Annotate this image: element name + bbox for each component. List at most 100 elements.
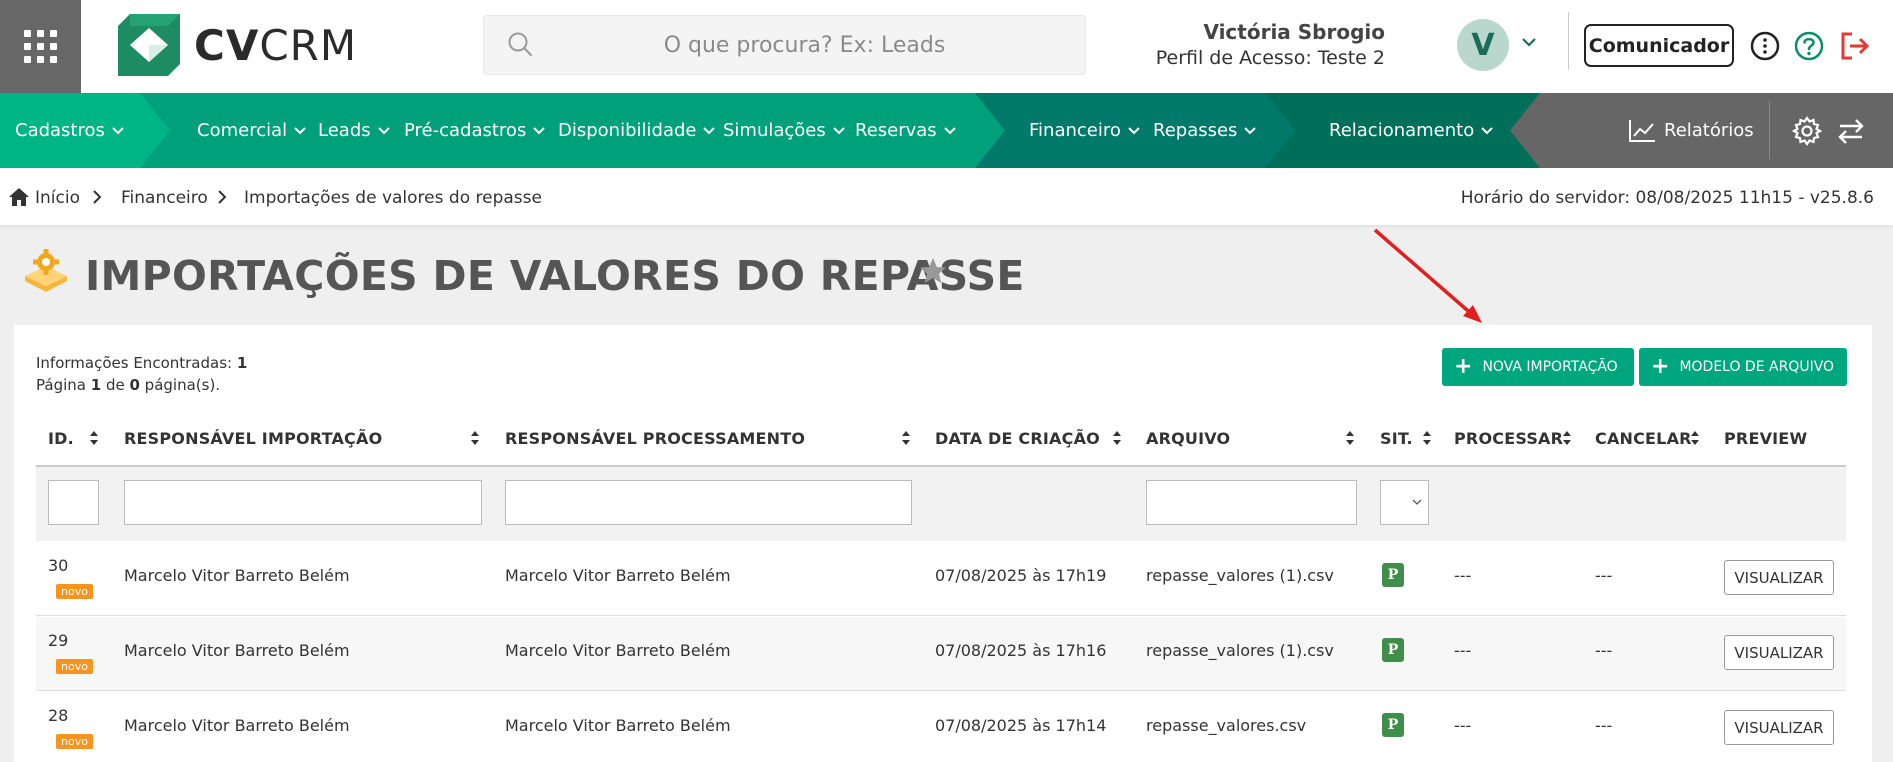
sort-icon[interactable] — [1345, 429, 1355, 447]
page-title: IMPORTAÇÕES DE VALORES DO REPASSE — [85, 252, 1025, 300]
row-process: --- — [1454, 641, 1472, 660]
col-header-resp-import[interactable]: RESPONSÁVEL IMPORTAÇÃO — [124, 429, 382, 448]
col-header-preview: PREVIEW — [1724, 429, 1808, 448]
row-file[interactable]: repasse_valores (1).csv — [1146, 641, 1334, 660]
star-favorite-icon[interactable] — [918, 256, 948, 286]
col-header-resp-process[interactable]: RESPONSÁVEL PROCESSAMENTO — [505, 429, 805, 448]
preview-button[interactable]: VISUALIZAR — [1724, 560, 1834, 595]
user-info[interactable]: Victória Sbrogio Perfil de Acesso: Teste… — [1156, 20, 1385, 69]
row-resp-import: Marcelo Vitor Barreto Belém — [124, 641, 350, 660]
chevron-down-icon — [1481, 126, 1493, 134]
row-cancel: --- — [1595, 641, 1613, 660]
chevron-down-icon — [943, 126, 956, 134]
col-header-status[interactable]: SIT. — [1380, 429, 1413, 448]
nav-relacionamento[interactable]: Relacionamento — [1329, 93, 1494, 168]
sort-icon[interactable] — [1422, 429, 1432, 447]
filter-status-select[interactable] — [1380, 480, 1429, 525]
preview-button[interactable]: VISUALIZAR — [1724, 635, 1834, 670]
file-model-button[interactable]: + MODELO DE ARQUIVO — [1639, 348, 1847, 386]
chevron-down-icon — [1244, 126, 1257, 134]
sort-icon[interactable] — [1112, 429, 1122, 447]
search-box[interactable] — [483, 15, 1086, 75]
row-file[interactable]: repasse_valores (1).csv — [1146, 566, 1334, 585]
new-import-button[interactable]: + NOVA IMPORTAÇÃO — [1442, 348, 1634, 386]
logout-icon[interactable] — [1838, 30, 1872, 62]
chevron-down-icon — [533, 126, 546, 134]
sort-icon[interactable] — [470, 429, 480, 447]
chevron-right-icon — [218, 190, 227, 204]
row-resp-process: Marcelo Vitor Barreto Belém — [505, 716, 731, 735]
nav-pre-cadastros[interactable]: Pré-cadastros — [404, 93, 546, 168]
filter-id-input[interactable] — [48, 480, 99, 525]
plus-icon: + — [1651, 354, 1670, 379]
breadcrumb-financeiro[interactable]: Financeiro — [121, 188, 208, 208]
sort-icon[interactable] — [1562, 429, 1572, 447]
new-badge: novo — [56, 734, 93, 749]
filter-file-input[interactable] — [1146, 480, 1357, 525]
row-resp-process: Marcelo Vitor Barreto Belém — [505, 566, 731, 585]
breadcrumb-inicio[interactable]: Início — [35, 188, 80, 208]
row-resp-import: Marcelo Vitor Barreto Belém — [124, 566, 350, 585]
sort-icon[interactable] — [1690, 429, 1700, 447]
info-icon[interactable] — [1749, 30, 1781, 62]
preview-button[interactable]: VISUALIZAR — [1724, 710, 1834, 745]
plus-icon: + — [1454, 354, 1473, 379]
row-id: 28 — [48, 706, 69, 725]
server-time: Horário do servidor: 08/08/2025 11h15 - … — [1460, 188, 1874, 208]
search-icon — [508, 32, 532, 56]
nav-cadastros[interactable]: Cadastros — [15, 93, 125, 168]
nav-relatorios[interactable]: Relatórios — [1628, 93, 1754, 168]
nav-comercial[interactable]: Comercial — [197, 93, 307, 168]
col-header-created[interactable]: DATA DE CRIAÇÃO — [935, 429, 1100, 448]
nav-divider — [1769, 101, 1770, 159]
nav-simulacoes[interactable]: Simulações — [723, 93, 846, 168]
search-input[interactable] — [484, 16, 1085, 74]
col-header-file[interactable]: ARQUIVO — [1146, 429, 1230, 448]
results-info: Informações Encontradas: 1 Página 1 de 0… — [36, 354, 248, 394]
nav-disponibilidade[interactable]: Disponibilidade — [558, 93, 716, 168]
chevron-down-icon — [377, 126, 390, 134]
col-header-id[interactable]: ID. — [48, 429, 74, 448]
cvcrm-logo[interactable]: CVCRM — [118, 14, 357, 76]
chevron-down-icon[interactable] — [1521, 36, 1537, 48]
main-nav: Cadastros Comercial Leads Pré-cadastros … — [0, 93, 1893, 168]
chevron-down-icon — [833, 126, 845, 134]
row-created: 07/08/2025 às 17h19 — [935, 566, 1107, 585]
status-badge: P — [1382, 638, 1404, 662]
sort-icon[interactable] — [89, 429, 99, 447]
row-created: 07/08/2025 às 17h16 — [935, 641, 1107, 660]
chevron-down-icon — [703, 126, 716, 134]
gear-icon[interactable] — [1792, 116, 1822, 146]
help-icon[interactable] — [1793, 30, 1825, 62]
col-header-process[interactable]: PROCESSAR — [1454, 429, 1563, 448]
status-badge: P — [1382, 563, 1404, 587]
row-resp-process: Marcelo Vitor Barreto Belém — [505, 641, 731, 660]
new-badge: novo — [56, 584, 93, 599]
sort-icon[interactable] — [901, 429, 911, 447]
swap-arrows-icon[interactable] — [1836, 116, 1866, 146]
filter-resp-import-input[interactable] — [124, 480, 482, 525]
apps-menu-button[interactable] — [0, 0, 81, 93]
nav-financeiro[interactable]: Financeiro — [1029, 93, 1141, 168]
row-id: 29 — [48, 631, 69, 650]
nav-repasses[interactable]: Repasses — [1153, 93, 1257, 168]
header-divider — [1568, 12, 1569, 70]
status-badge: P — [1382, 713, 1404, 737]
row-cancel: --- — [1595, 566, 1613, 585]
communicator-button[interactable]: Comunicador — [1584, 24, 1734, 67]
import-settings-icon — [25, 249, 67, 292]
top-header: CVCRM Victória Sbrogio Perfil de Acesso:… — [0, 0, 1893, 93]
row-process: --- — [1454, 716, 1472, 735]
chevron-down-icon — [1412, 499, 1422, 505]
chevron-down-icon — [294, 126, 306, 134]
nav-leads[interactable]: Leads — [318, 93, 391, 168]
row-process: --- — [1454, 566, 1472, 585]
filter-resp-process-input[interactable] — [505, 480, 912, 525]
home-icon[interactable] — [9, 188, 29, 206]
nav-reservas[interactable]: Reservas — [855, 93, 957, 168]
row-file[interactable]: repasse_valores.csv — [1146, 716, 1306, 735]
avatar[interactable]: V — [1457, 19, 1509, 71]
red-arrow-annotation — [1373, 228, 1482, 323]
new-badge: novo — [56, 659, 93, 674]
col-header-cancel[interactable]: CANCELAR — [1595, 429, 1692, 448]
